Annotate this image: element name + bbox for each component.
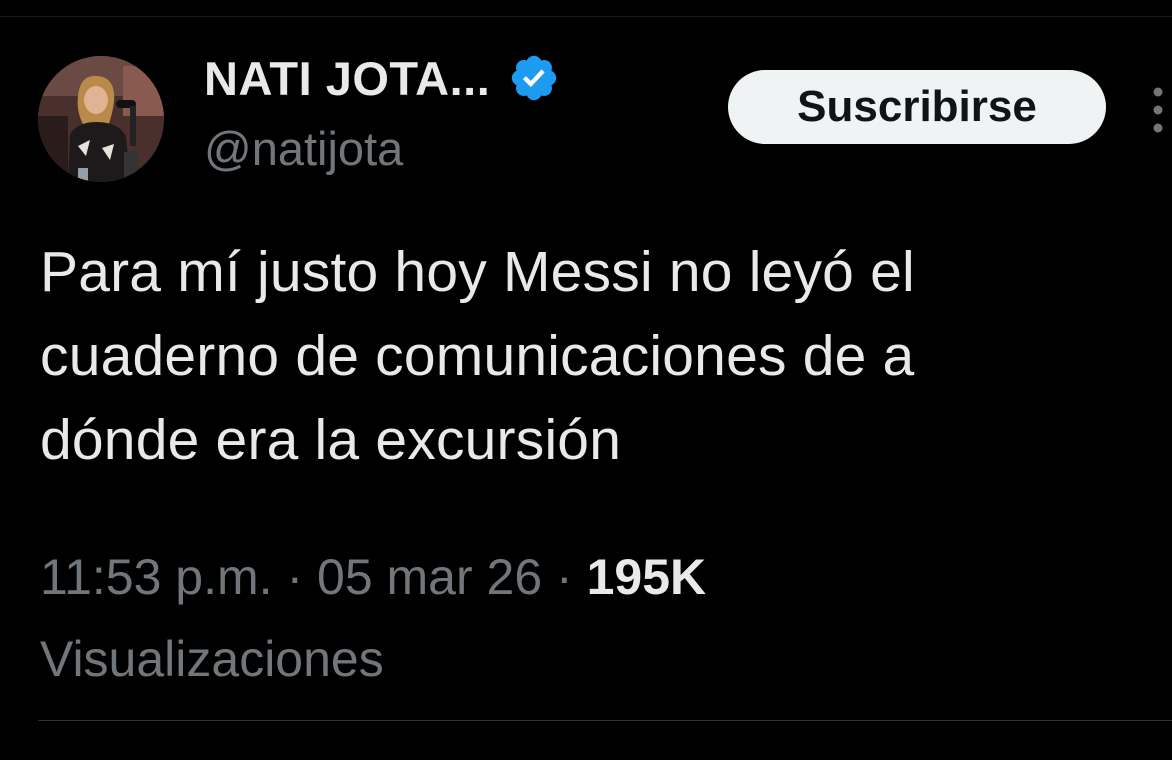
more-vertical-icon[interactable] [1144, 80, 1172, 140]
separator-dot: · [286, 549, 304, 605]
user-handle[interactable]: @natijota [204, 121, 403, 176]
tweet-date[interactable]: 05 mar 26 [317, 549, 542, 605]
display-name[interactable]: NATI JOTA... [204, 51, 490, 106]
avatar-photo [38, 56, 164, 182]
tweet-text-line: cuaderno de comunicaciones de a [40, 324, 915, 388]
top-divider [0, 16, 1172, 17]
views-label: Visualizaciones [40, 631, 384, 687]
tweet-text-line: dónde era la excursión [40, 408, 622, 472]
tweet-metadata: 11:53 p.m. · 05 mar 26 · 195K Visualizac… [40, 536, 1150, 700]
display-name-row[interactable]: NATI JOTA... [204, 50, 560, 106]
tweet-text-line: Para mí justo hoy Messi no leyó el [40, 240, 915, 304]
subscribe-button[interactable]: Suscribirse [728, 70, 1106, 144]
avatar[interactable] [38, 56, 164, 182]
verified-badge-icon [512, 55, 557, 101]
tweet-text: Para mí justo hoy Messi no leyó el cuade… [40, 230, 1150, 482]
separator-dot: · [556, 549, 573, 605]
views-count: 195K [586, 549, 707, 605]
bottom-divider [38, 720, 1172, 721]
timestamp-row: 11:53 p.m. · 05 mar 26 · 195K [40, 536, 1150, 618]
tweet-time[interactable]: 11:53 p.m. [40, 549, 273, 605]
